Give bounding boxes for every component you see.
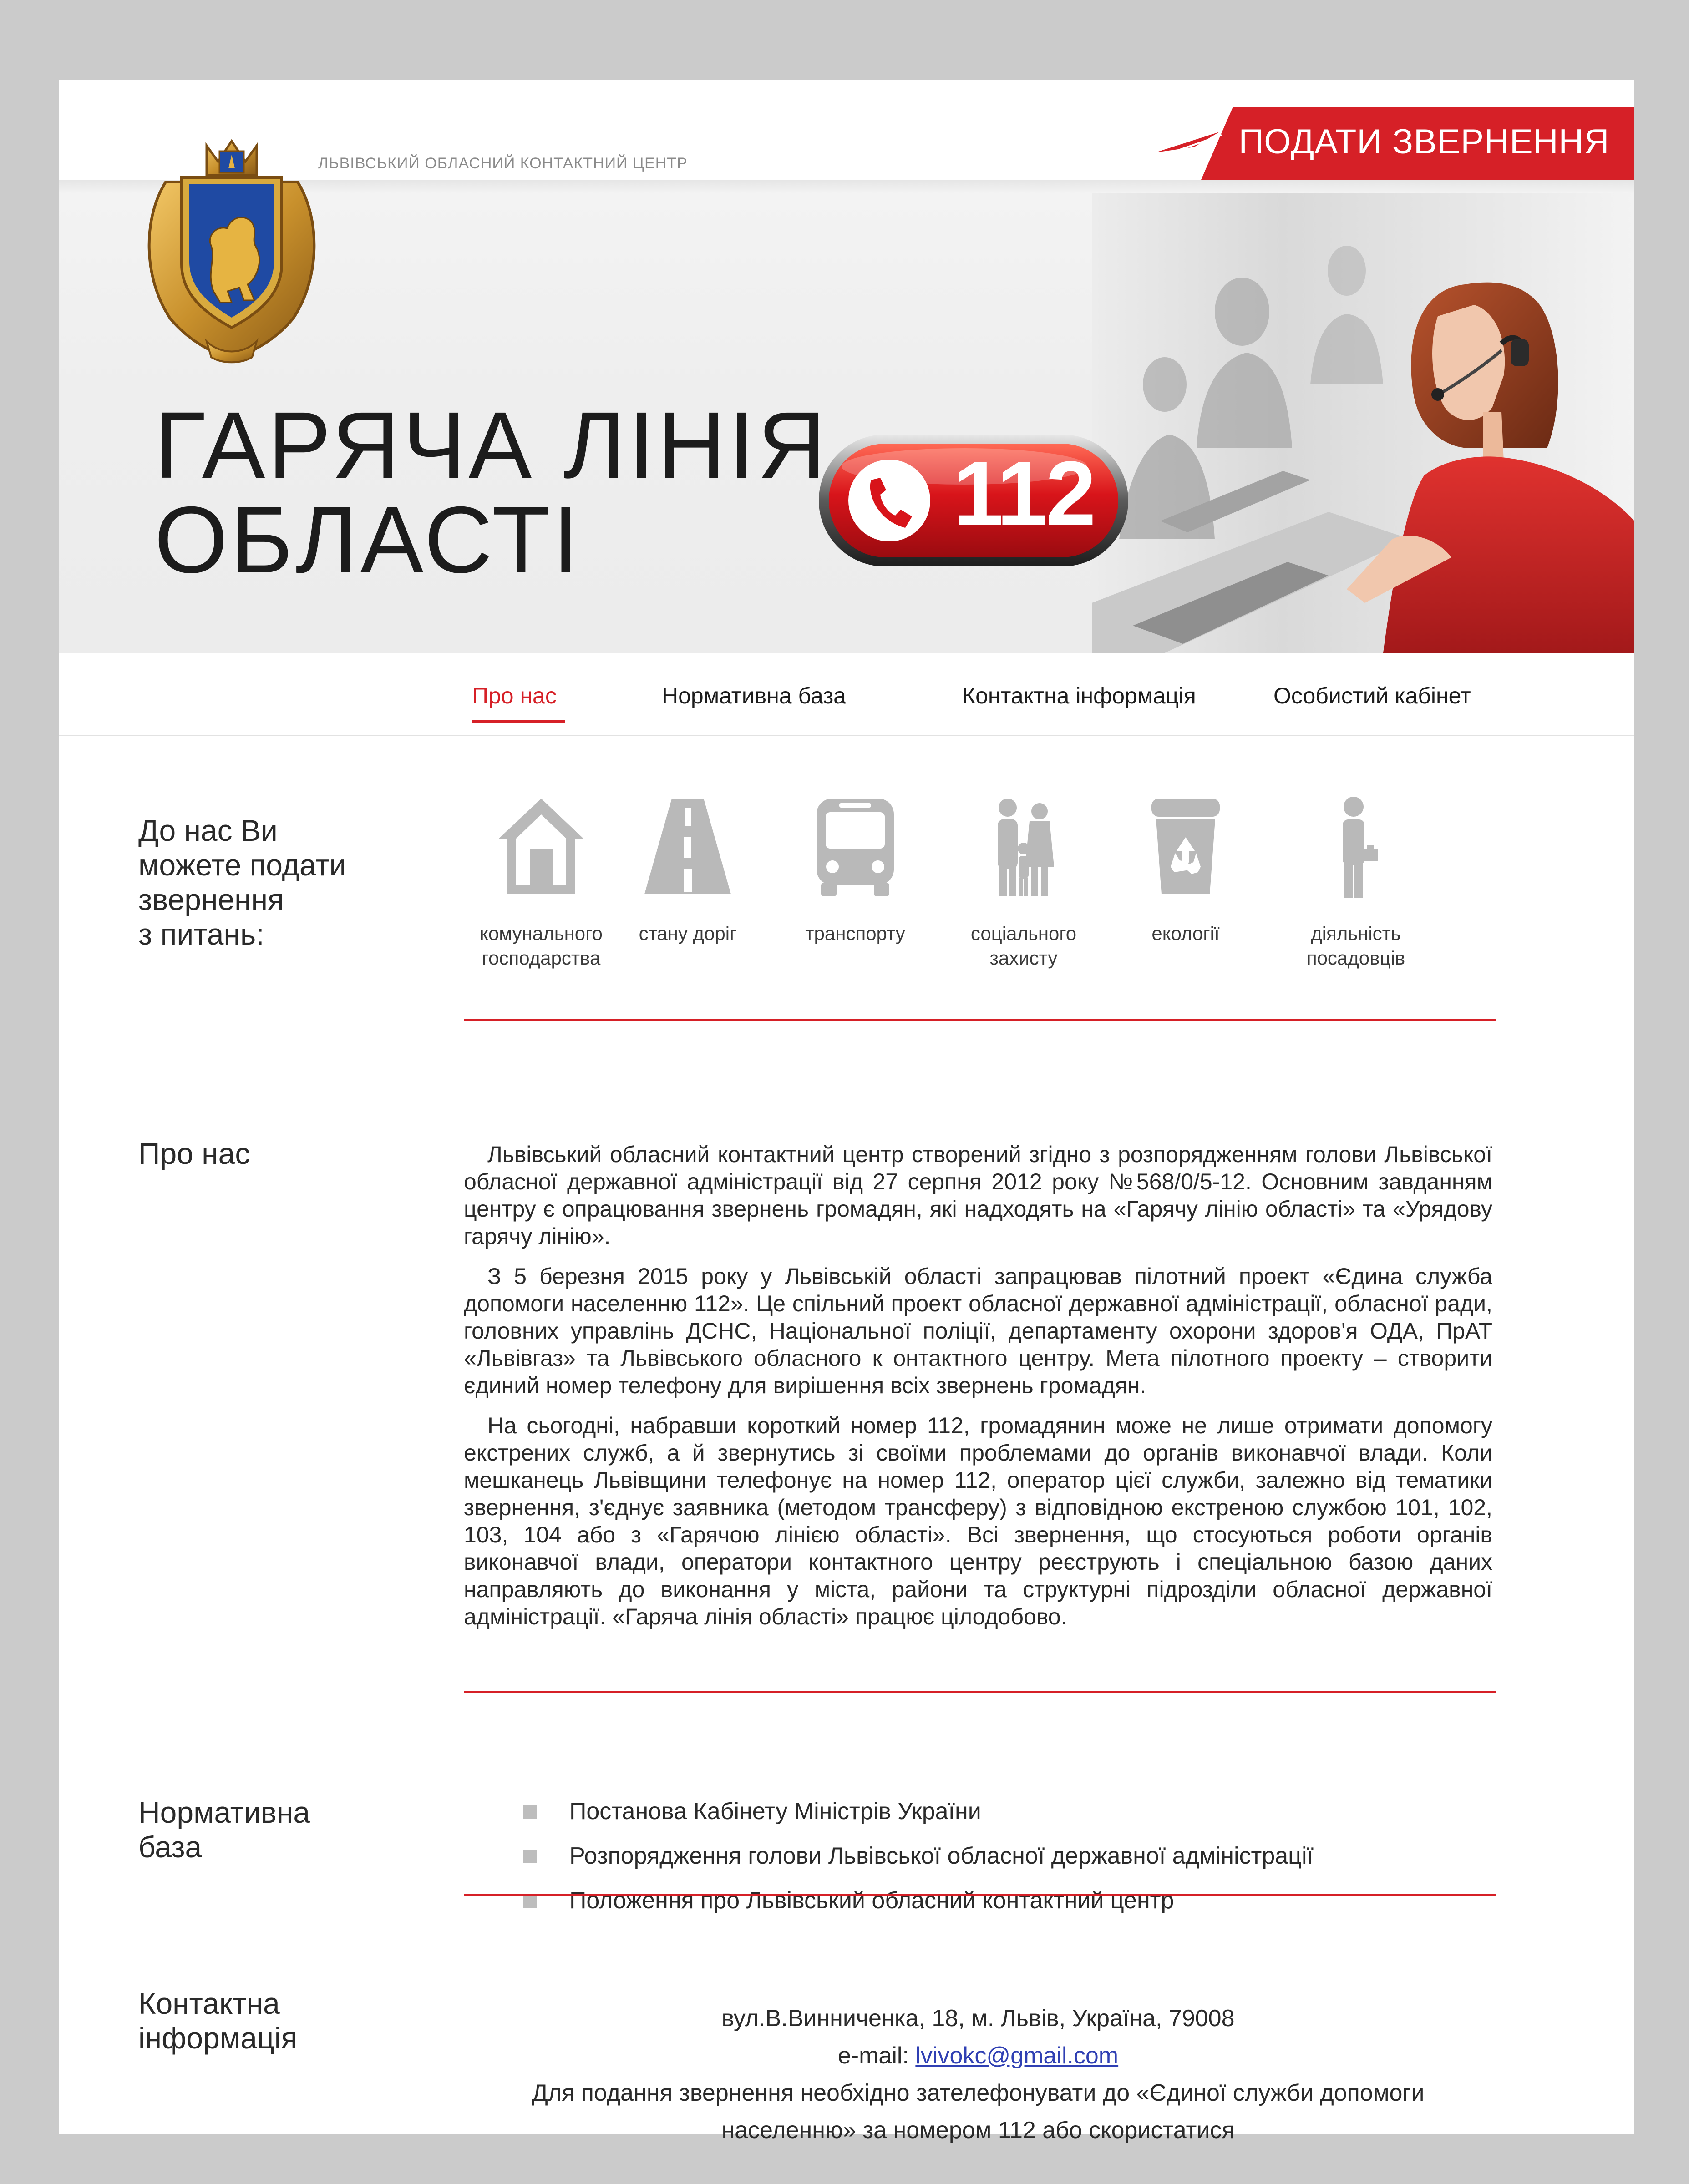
legal-document-item[interactable]: Положення про Львівський обласний контак… — [464, 1884, 1492, 1929]
about-paragraph-1: Львівський обласний контактний центр ств… — [464, 1142, 1492, 1249]
hotline-title-line2: ОБЛАСТІ — [154, 487, 582, 593]
legal-documents-list: Постанова Кабінету Міністрів України Роз… — [464, 1795, 1492, 1929]
category-roads[interactable]: стану доріг — [610, 794, 765, 985]
category-transport[interactable]: транспорту — [778, 794, 933, 985]
contact-block: вул.В.Винниченка, 18, м. Львів, Україна,… — [464, 2000, 1492, 2149]
house-icon — [498, 799, 584, 894]
family-icon — [998, 799, 1054, 896]
recycle-bin-icon — [1151, 799, 1220, 894]
legal-base-label: Нормативна база — [138, 1795, 310, 1864]
header: ЛЬВІВСЬКИЙ ОБЛАСНИЙ КОНТАКТНИЙ ЦЕНТР ПОД… — [59, 80, 1634, 653]
about-label: Про нас — [138, 1137, 250, 1170]
main-nav: Про нас Нормативна база Контактна інформ… — [59, 653, 1634, 736]
road-icon — [644, 799, 731, 894]
center-name: ЛЬВІВСЬКИЙ ОБЛАСНИЙ КОНТАКТНИЙ ЦЕНТР — [318, 155, 688, 172]
email-link[interactable]: lvivokc@gmail.com — [915, 2042, 1118, 2069]
bus-icon — [817, 799, 894, 896]
section-divider — [464, 1894, 1496, 1896]
nav-item-personal-cabinet[interactable]: Особистий кабінет — [1273, 681, 1471, 710]
hotline-title-line1: ГАРЯЧА ЛІНІЯ — [154, 393, 829, 498]
section-divider — [464, 1691, 1496, 1693]
nav-item-legal-base[interactable]: Нормативна база — [662, 681, 846, 710]
nav-item-contacts[interactable]: Контактна інформація — [962, 681, 1196, 710]
submit-appeal-button[interactable]: ПОДАТИ ЗВЕРНЕННЯ — [1224, 117, 1624, 167]
badge-number: 112 — [953, 443, 1096, 544]
legal-document-item[interactable]: Постанова Кабінету Міністрів України — [464, 1795, 1492, 1840]
category-ecology[interactable]: екології — [1108, 794, 1263, 985]
nav-active-underline — [472, 720, 565, 723]
about-paragraph-2: З 5 березня 2015 року у Львівській облас… — [464, 1264, 1492, 1398]
contact-note-line2: населенню» за номером 112 або скористати… — [721, 2117, 1235, 2144]
page: ЛЬВІВСЬКИЙ ОБЛАСНИЙ КОНТАКТНИЙ ЦЕНТР ПОД… — [59, 80, 1634, 2144]
section-divider — [464, 1019, 1496, 1021]
coat-of-arms-icon — [147, 139, 316, 364]
list-bullet — [523, 1805, 537, 1819]
list-bullet — [523, 1850, 537, 1863]
contact-note-line1: Для подання звернення необхідно зателефо… — [532, 2080, 1425, 2106]
category-communal[interactable]: комунального господарства — [464, 794, 619, 985]
operator-photo — [1092, 193, 1634, 653]
legal-document-item[interactable]: Розпорядження голови Львівської обласної… — [464, 1840, 1492, 1884]
nav-item-about[interactable]: Про нас — [472, 681, 557, 710]
about-text: Львівський обласний контактний центр ств… — [464, 1141, 1492, 1643]
official-icon — [1343, 797, 1378, 898]
list-bullet — [523, 1894, 537, 1908]
topics-label: До нас Ви можете подати звернення з пита… — [138, 814, 346, 951]
category-officials[interactable]: діяльність посадовців — [1278, 794, 1433, 985]
contacts-label: Контактна інформація — [138, 1987, 298, 2055]
category-social[interactable]: соціального захисту — [946, 794, 1101, 985]
contact-email-line: e-mail: lvivokc@gmail.com — [837, 2042, 1119, 2069]
about-paragraph-3: На сьогодні, набравши короткий номер 112… — [464, 1413, 1492, 1629]
contact-address: вул.В.Винниченка, 18, м. Львів, Україна,… — [721, 2005, 1235, 2032]
hotline-title: ГАРЯЧА ЛІНІЯ ОБЛАСТІ — [154, 393, 829, 593]
